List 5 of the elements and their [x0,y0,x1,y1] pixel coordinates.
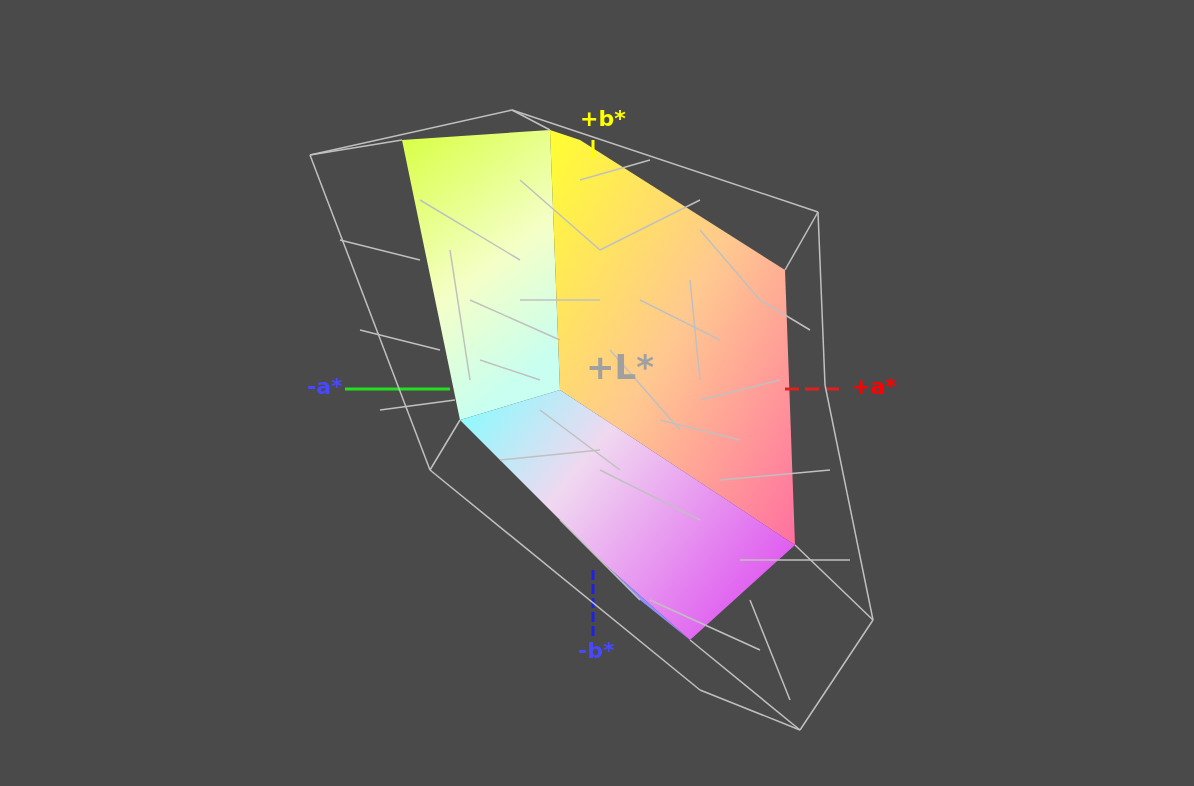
axis-label: -a* [307,376,343,398]
axis-label: +L* [586,350,654,384]
axis-label: +a* [852,376,897,398]
axis-label: -b* [578,640,615,662]
axis-label: +b* [580,108,626,130]
